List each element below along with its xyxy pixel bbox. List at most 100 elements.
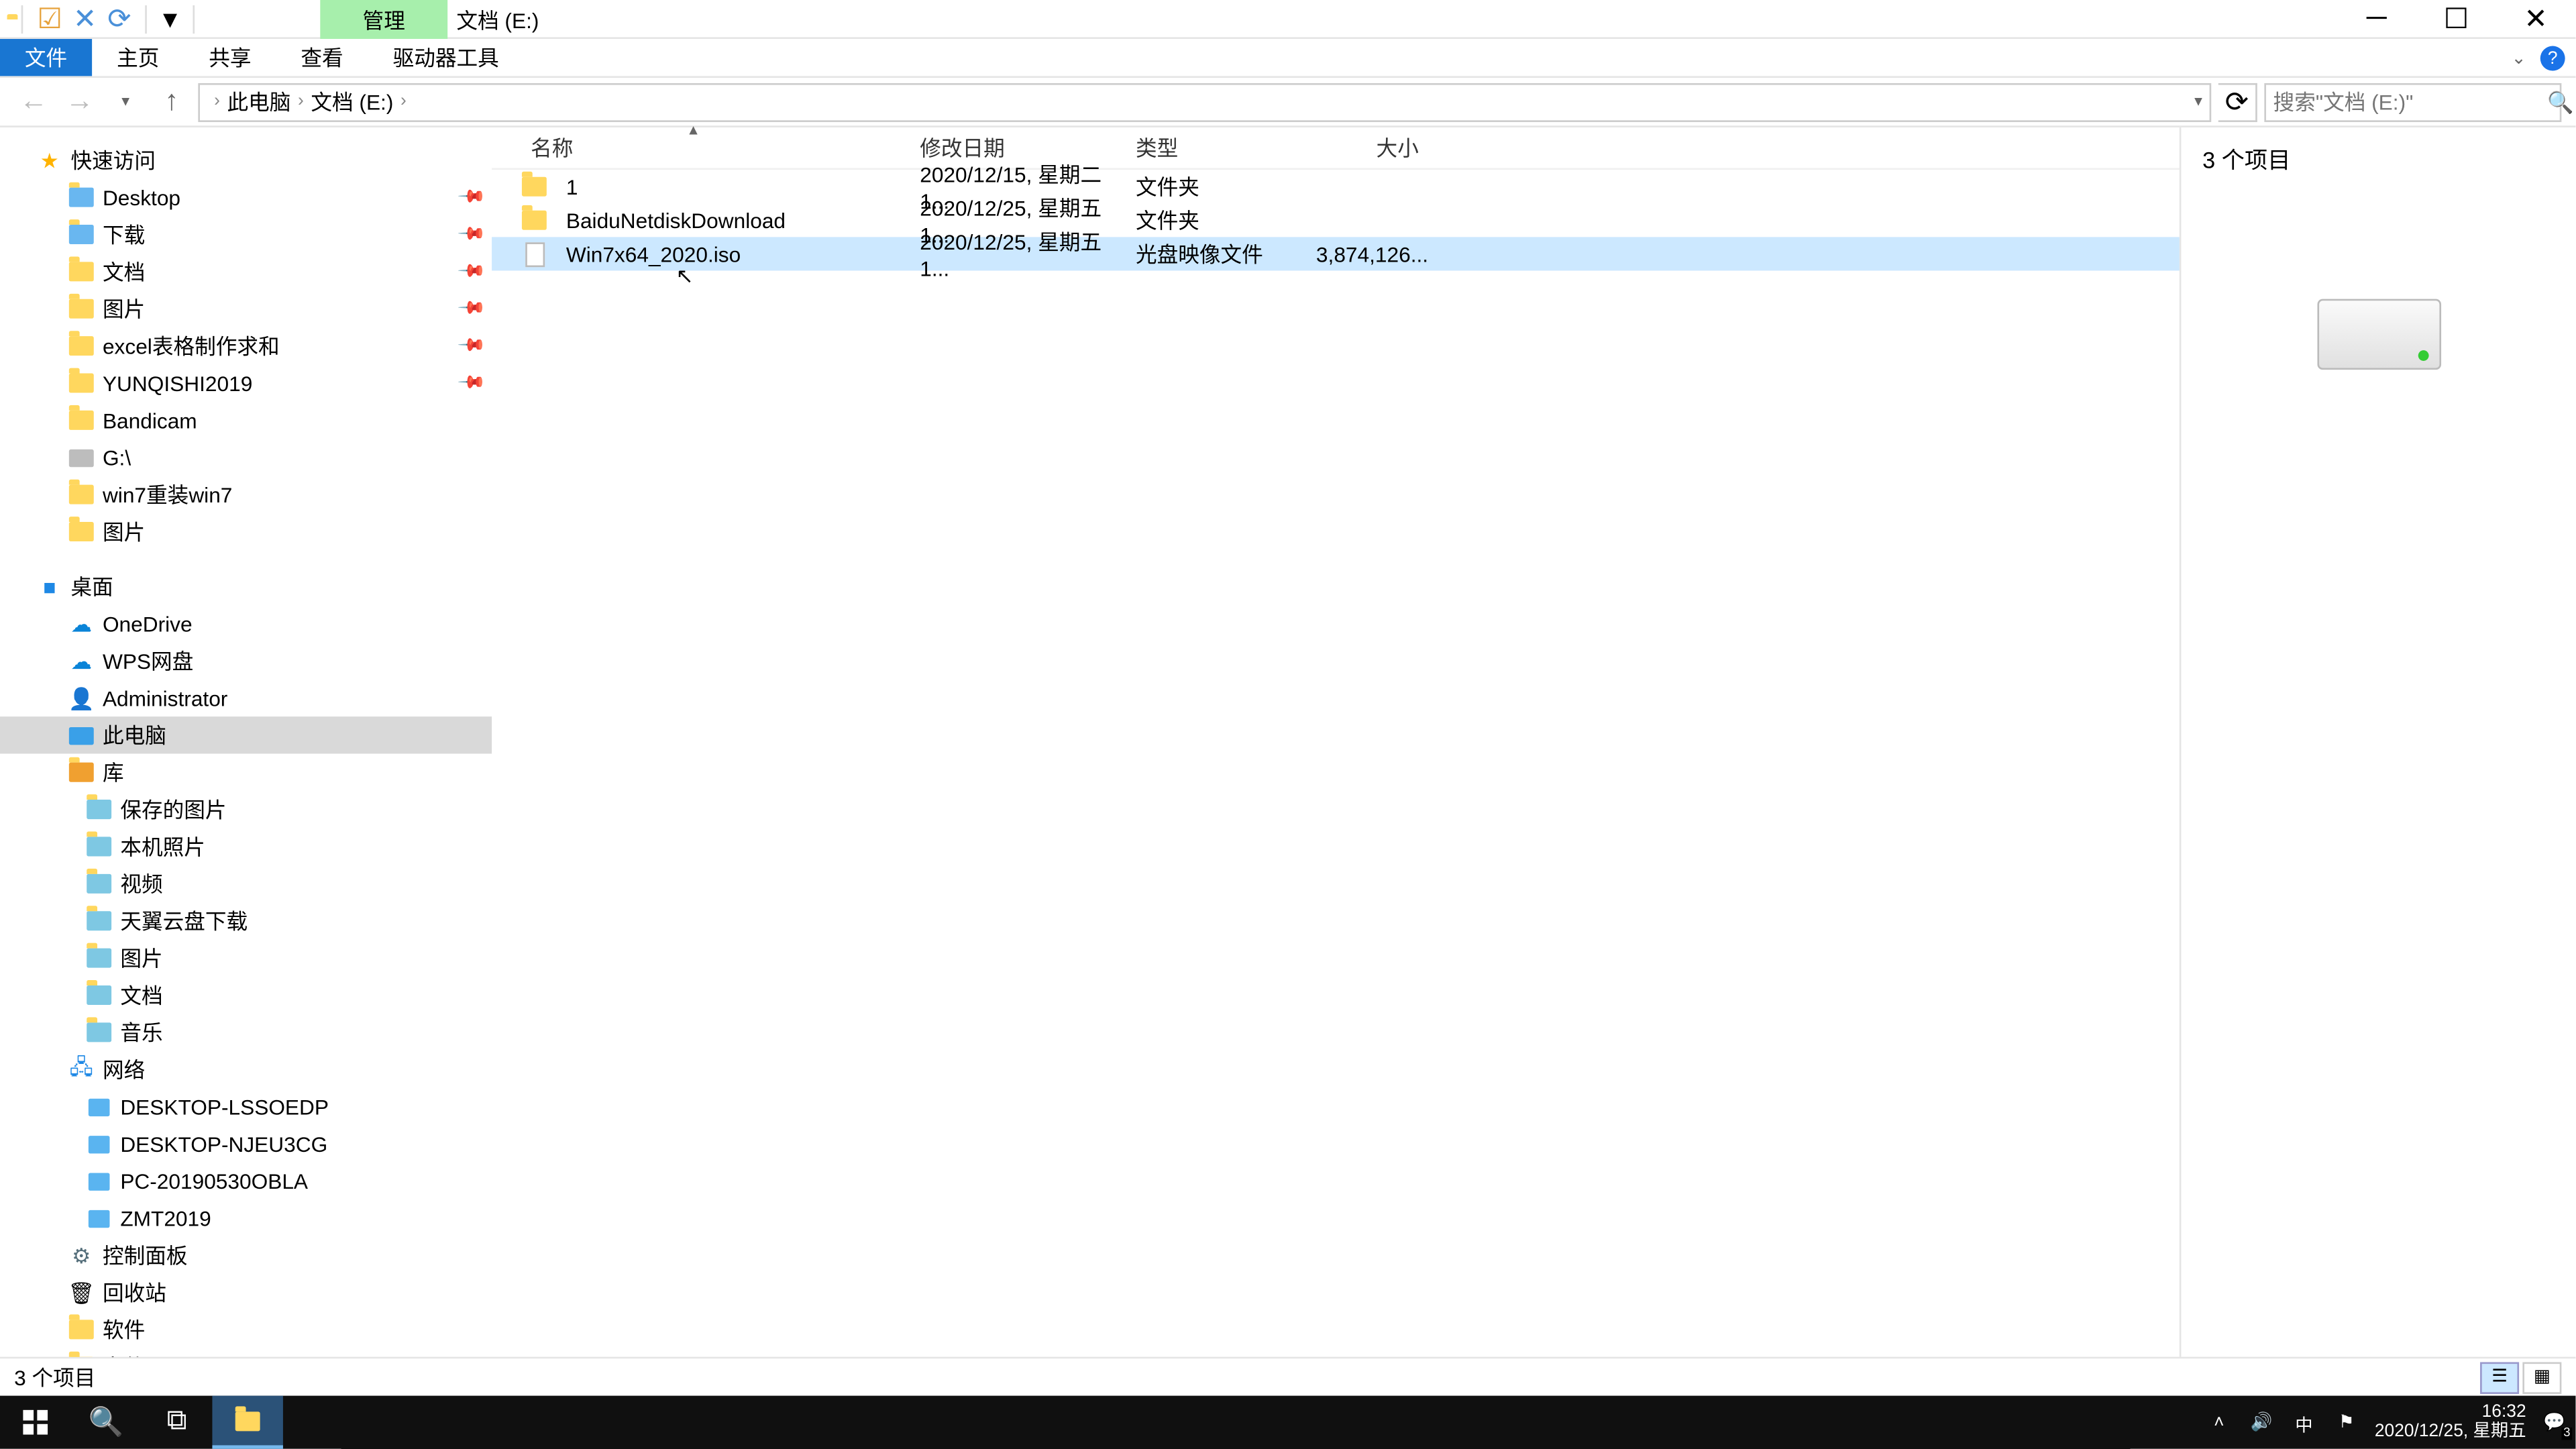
ribbon-tab-home[interactable]: 主页 (92, 39, 184, 76)
action-center-icon[interactable]: 💬3 (2540, 1408, 2569, 1436)
start-button[interactable] (0, 1396, 70, 1449)
column-header-name[interactable]: 名称 (520, 133, 909, 163)
security-icon[interactable]: ⚑ (2332, 1408, 2361, 1436)
file-size-cell: 3,874,126... (1305, 241, 1430, 266)
folder-icon (67, 183, 95, 211)
tree-library-item[interactable]: 视频 (0, 865, 492, 902)
minimize-button[interactable]: ─ (2337, 0, 2416, 39)
tree-label: 桌面 (70, 572, 113, 602)
folder-icon (85, 944, 113, 972)
ime-indicator[interactable]: 中 (2290, 1408, 2318, 1436)
folder-icon (67, 1316, 95, 1344)
chevron-right-icon[interactable]: › (298, 92, 304, 111)
tree-network[interactable]: 🖧网络 (0, 1051, 492, 1087)
file-row[interactable]: 1 2020/12/15, 星期二 1... 文件夹 (492, 170, 2180, 203)
breadcrumb-current[interactable]: 文档 (E:) (311, 87, 393, 117)
tree-network-node[interactable]: ZMT2019 (0, 1199, 492, 1236)
quick-access-toolbar: ☑ ✕ ⟳ ▾ (0, 0, 199, 37)
tray-overflow-icon[interactable]: ˄ (2205, 1408, 2233, 1436)
tree-pinned-item[interactable]: 图片 (0, 513, 492, 550)
search-icon[interactable]: 🔍 (2547, 89, 2573, 114)
pin-icon: 📌 (455, 368, 485, 398)
tree-label: 回收站 (103, 1277, 166, 1307)
ribbon-tab-share[interactable]: 共享 (184, 39, 276, 76)
file-row[interactable]: BaiduNetdiskDownload 2020/12/25, 星期五 1..… (492, 203, 2180, 237)
tree-library-item[interactable]: 文档 (0, 977, 492, 1014)
address-bar[interactable]: › 此电脑 › 文档 (E:) › ▾ (198, 83, 2211, 121)
qat-properties-icon[interactable]: ☑ (37, 1, 62, 36)
view-large-icons-button[interactable]: ▦ (2522, 1361, 2561, 1393)
qat-delete-icon[interactable]: ✕ (73, 1, 97, 36)
tree-pinned-item[interactable]: YUNQISHI2019📌 (0, 364, 492, 401)
tree-label: 天翼云盘下载 (120, 906, 248, 936)
column-header-type[interactable]: 类型 (1125, 133, 1305, 163)
taskbar-clock[interactable]: 16:32 2020/12/25, 星期五 (2375, 1403, 2526, 1442)
star-icon: ★ (36, 146, 64, 174)
breadcrumb-this-pc[interactable]: 此电脑 (227, 87, 290, 117)
tree-library-item[interactable]: 保存的图片 (0, 791, 492, 828)
tree-this-pc[interactable]: 此电脑 (0, 716, 492, 753)
tree-recycle-bin[interactable]: 🗑回收站 (0, 1274, 492, 1311)
ribbon-tab-drive-tools[interactable]: 驱动器工具 (368, 39, 524, 76)
tree-pinned-item[interactable]: win7重装win7 (0, 476, 492, 513)
file-row[interactable]: Win7x64_2020.iso 2020/12/25, 星期五 1... 光盘… (492, 237, 2180, 270)
tree-libraries[interactable]: 库 (0, 753, 492, 790)
tree-network-node[interactable]: PC-20190530OBLA (0, 1163, 492, 1199)
search-box[interactable]: 🔍 (2264, 83, 2561, 121)
folder-icon (520, 206, 548, 234)
contextual-tab-drive-tools[interactable]: 管理 (320, 0, 447, 39)
tree-onedrive[interactable]: ☁OneDrive (0, 605, 492, 642)
folder-icon (85, 833, 113, 861)
taskbar-file-explorer[interactable] (212, 1396, 282, 1449)
column-header-size[interactable]: 大小 (1305, 133, 1430, 163)
address-dropdown-icon[interactable]: ▾ (2194, 92, 2202, 111)
ribbon-expand-icon[interactable]: ⌄ (2512, 49, 2526, 68)
tree-library-item[interactable]: 本机照片 (0, 828, 492, 865)
tree-library-item[interactable]: 天翼云盘下载 (0, 902, 492, 939)
tree-quick-access[interactable]: ★ 快速访问 (0, 142, 492, 178)
tree-pinned-item[interactable]: G:\ (0, 439, 492, 476)
chevron-right-icon[interactable]: › (214, 92, 220, 111)
refresh-button[interactable]: ⟳ (2218, 83, 2257, 121)
tree-library-item[interactable]: 音乐 (0, 1014, 492, 1051)
help-icon[interactable]: ? (2540, 46, 2565, 71)
tree-wps[interactable]: ☁WPS网盘 (0, 642, 492, 679)
maximize-button[interactable]: ☐ (2416, 0, 2496, 39)
pc-icon (85, 1203, 113, 1232)
task-view-button[interactable]: ⧉ (142, 1396, 212, 1449)
tree-network-node[interactable]: DESKTOP-NJEU3CG (0, 1125, 492, 1162)
nav-forward-button[interactable]: → (60, 83, 99, 121)
nav-back-button[interactable]: ← (14, 83, 53, 121)
column-header-date[interactable]: 修改日期 (909, 133, 1125, 163)
ribbon-tab-view[interactable]: 查看 (276, 39, 368, 76)
tree-user[interactable]: 👤Administrator (0, 680, 492, 716)
ribbon-tab-file[interactable]: 文件 (0, 39, 92, 76)
tree-pinned-item[interactable]: excel表格制作求和📌 (0, 327, 492, 364)
network-icon: 🖧 (67, 1055, 95, 1083)
tree-label: DESKTOP-LSSOEDP (120, 1094, 329, 1119)
tree-pinned-item[interactable]: Desktop📌 (0, 178, 492, 215)
tree-network-node[interactable]: DESKTOP-LSSOEDP (0, 1088, 492, 1125)
file-list[interactable]: ▲ 名称 修改日期 类型 大小 1 2020/12/15, 星期二 1... 文… (492, 127, 2180, 1357)
tree-pinned-item[interactable]: 图片📌 (0, 290, 492, 327)
nav-recent-dropdown[interactable]: ▾ (106, 83, 145, 121)
tree-pinned-item[interactable]: 文档📌 (0, 253, 492, 290)
nav-up-button[interactable]: ↑ (152, 83, 191, 121)
search-input[interactable] (2273, 89, 2548, 114)
pc-icon (85, 1167, 113, 1195)
tree-folder-files[interactable]: 文件 (0, 1348, 492, 1356)
view-details-button[interactable]: ☰ (2480, 1361, 2519, 1393)
close-button[interactable]: ✕ (2496, 0, 2576, 39)
tree-library-item[interactable]: 图片 (0, 939, 492, 976)
tree-folder-software[interactable]: 软件 (0, 1311, 492, 1348)
tree-desktop[interactable]: ■桌面 (0, 568, 492, 604)
tree-pinned-item[interactable]: 下载📌 (0, 216, 492, 253)
tree-label: 视频 (120, 869, 162, 899)
tree-control-panel[interactable]: ⚙控制面板 (0, 1236, 492, 1273)
volume-icon[interactable]: 🔊 (2247, 1408, 2275, 1436)
qat-customize-dropdown[interactable]: ▾ (161, 3, 178, 34)
taskbar-search-button[interactable]: 🔍 (70, 1396, 141, 1449)
tree-pinned-item[interactable]: Bandicam (0, 402, 492, 439)
chevron-right-icon[interactable]: › (400, 92, 407, 111)
qat-undo-icon[interactable]: ⟳ (107, 1, 131, 36)
